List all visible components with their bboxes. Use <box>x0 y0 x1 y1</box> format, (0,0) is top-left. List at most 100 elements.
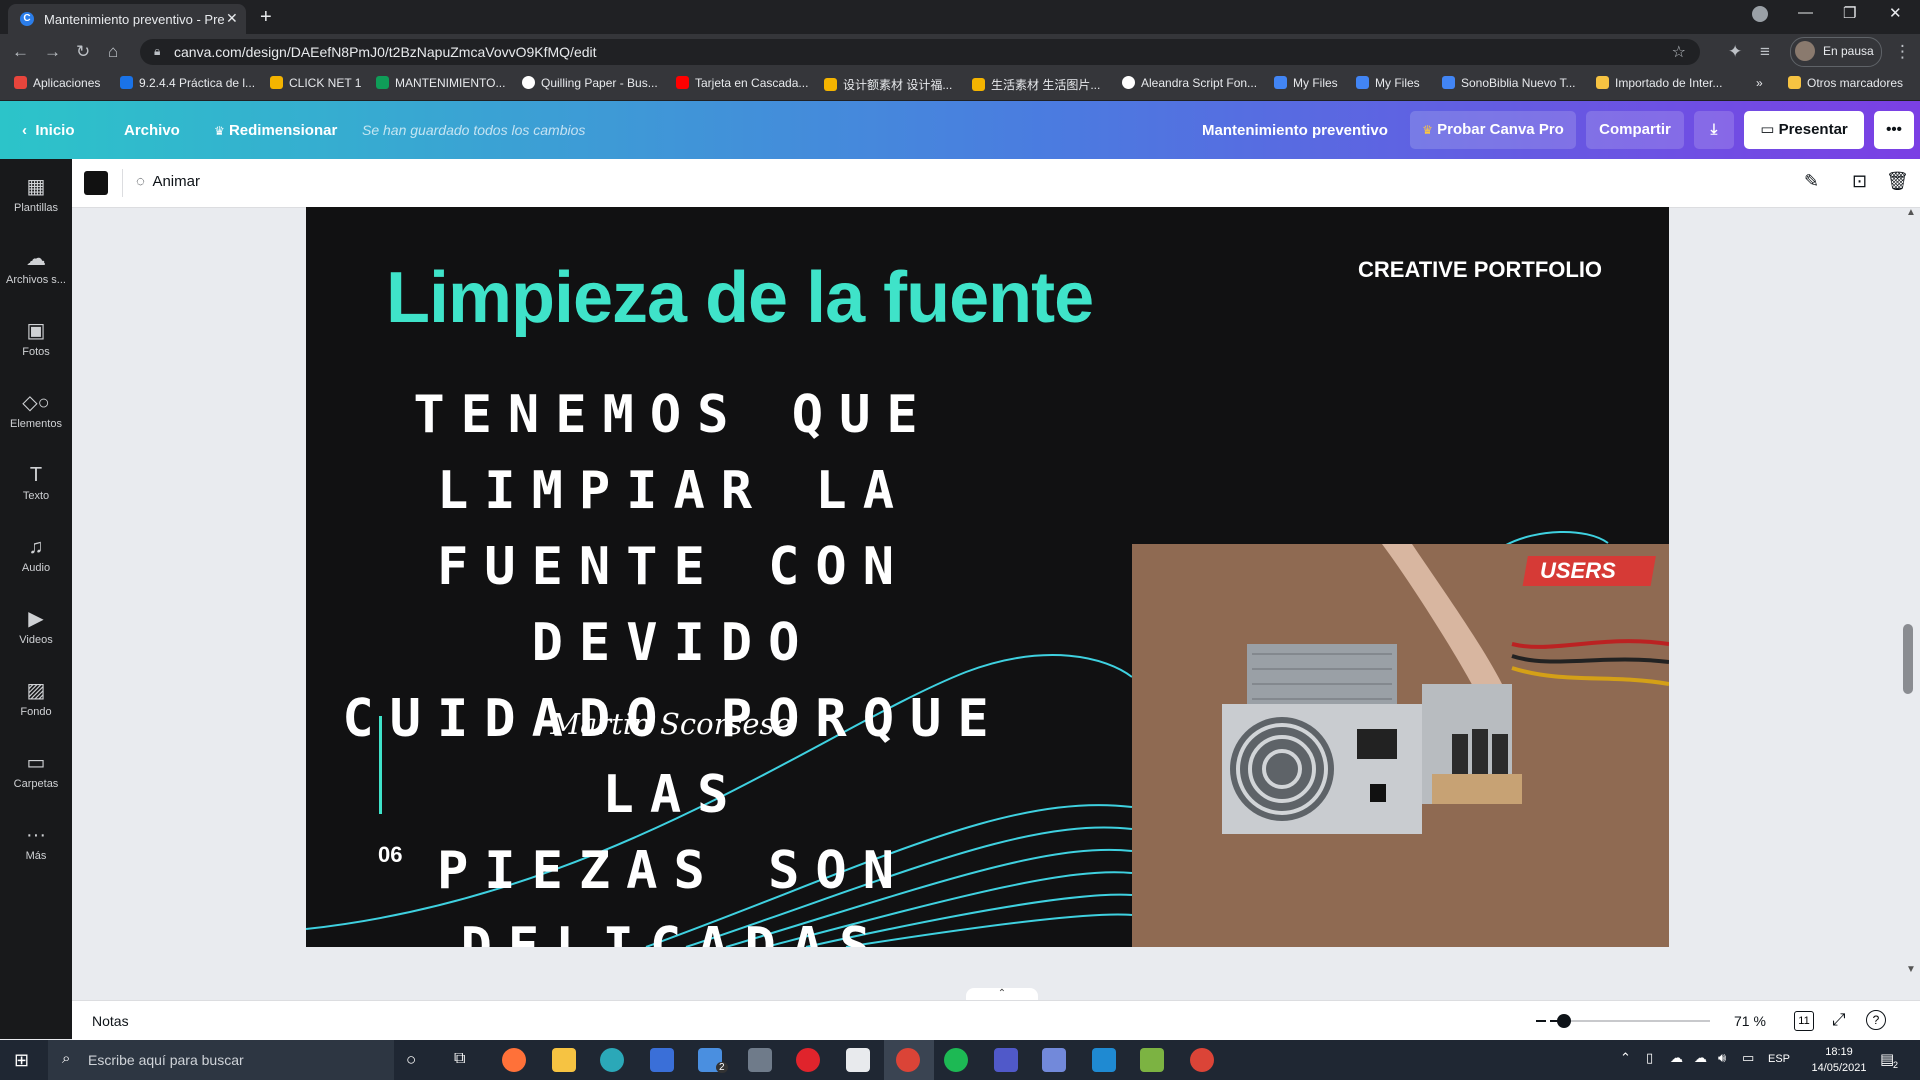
chrome-active-icon[interactable] <box>896 1048 920 1072</box>
close-tab-icon[interactable]: ✕ <box>226 10 238 27</box>
tray-cloud-icon[interactable]: ☁ <box>1670 1050 1683 1066</box>
color-swatch[interactable] <box>84 171 108 195</box>
tray-device-icon[interactable]: ▯ <box>1646 1050 1653 1066</box>
sidebar-item-templates[interactable]: ▦ Plantillas <box>0 175 72 214</box>
address-bar[interactable]: 🔒︎ canva.com/design/DAEefN8PmJ0/t2BzNapu… <box>140 39 1700 65</box>
sidebar-item-folders[interactable]: ▭ Carpetas <box>0 751 72 790</box>
bookmark-item[interactable]: Aleandra Script Fon... <box>1122 76 1257 90</box>
bookmark-item[interactable]: 生活素材 生活图片... <box>972 76 1100 93</box>
cortana-icon[interactable]: ○ <box>406 1050 416 1070</box>
notes-button[interactable]: Notas <box>92 1013 129 1029</box>
bookmark-item[interactable]: CLICK NET 1 <box>270 76 361 90</box>
restore-icon[interactable]: ❐ <box>1843 4 1856 22</box>
bookmark-folder[interactable]: Importado de Inter... <box>1596 76 1722 90</box>
minimize-icon[interactable]: — <box>1798 4 1813 21</box>
reading-list-icon[interactable]: ≡ <box>1760 42 1770 62</box>
bookmark-item[interactable]: 9.2.4.4 Práctica de l... <box>120 76 255 90</box>
bookmark-apps[interactable]: Aplicaciones <box>14 76 100 90</box>
opera-icon[interactable] <box>796 1048 820 1072</box>
bookmark-star-icon[interactable]: ☆ <box>1672 42 1686 62</box>
tab-search-icon[interactable] <box>1752 6 1768 22</box>
store-icon[interactable] <box>650 1048 674 1072</box>
language-indicator[interactable]: ESP <box>1768 1053 1790 1065</box>
reload-icon[interactable]: ↻ <box>76 42 90 62</box>
animate-button[interactable]: ◌ Animar <box>136 173 200 190</box>
bookmark-item[interactable]: MANTENIMIENTO... <box>376 76 505 90</box>
calculator-icon[interactable] <box>748 1048 772 1072</box>
sidebar-item-uploads[interactable]: ☁ Archivos s... <box>0 247 72 286</box>
edge-icon[interactable] <box>600 1048 624 1072</box>
download-icon[interactable]: ⤓ <box>1694 111 1734 149</box>
clock[interactable]: 18:19 14/05/2021 <box>1806 1044 1872 1076</box>
zoom-slider-knob[interactable] <box>1557 1014 1572 1028</box>
notepad-icon[interactable] <box>846 1048 870 1072</box>
copy-style-icon[interactable]: ✎ <box>1804 171 1819 192</box>
bookmark-item[interactable]: My Files <box>1356 76 1420 90</box>
page-number[interactable]: 06 <box>378 842 402 868</box>
chrome-icon[interactable] <box>1190 1048 1214 1072</box>
slide-canvas[interactable]: Limpieza de la fuente CREATIVE PORTFOLIO… <box>306 207 1669 947</box>
sidebar-item-elements[interactable]: ◇○ Elementos <box>0 391 72 430</box>
slide-body-text[interactable]: tenemos que limpiar la fuente con devido… <box>316 377 1031 947</box>
forward-icon[interactable]: → <box>44 42 61 62</box>
lock-icon[interactable]: ⊡ <box>1852 171 1867 192</box>
trash-icon[interactable]: 🗑︎ <box>1886 171 1909 192</box>
sidebar-item-photos[interactable]: ▣ Fotos <box>0 319 72 358</box>
home-button[interactable]: ‹ Inicio <box>22 122 75 139</box>
firefox-icon[interactable] <box>502 1048 526 1072</box>
back-icon[interactable]: ← <box>12 42 29 62</box>
help-icon[interactable]: ? <box>1866 1010 1886 1030</box>
author-name[interactable]: Martin Scorsese <box>506 707 836 741</box>
sidebar-item-more[interactable]: ··· Más <box>0 823 72 862</box>
design-title[interactable]: Mantenimiento preventivo <box>1202 122 1388 139</box>
more-bookmarks-icon[interactable]: » <box>1756 76 1763 90</box>
present-button[interactable]: ▭ Presentar <box>1744 111 1864 149</box>
network-icon[interactable]: ▭ <box>1742 1050 1754 1066</box>
new-tab-icon[interactable]: + <box>260 6 272 29</box>
spotify-icon[interactable] <box>944 1048 968 1072</box>
scroll-up-icon[interactable]: ▲ <box>1906 207 1916 218</box>
bookmark-item[interactable]: Tarjeta en Cascada... <box>676 76 808 90</box>
resize-button[interactable]: ♛ Redimensionar <box>214 122 337 139</box>
browser-tab[interactable]: C Mantenimiento preventivo - Pre ✕ <box>8 4 246 34</box>
more-options-icon[interactable]: ••• <box>1874 111 1914 149</box>
windows-start-icon[interactable]: ⊞ <box>14 1050 29 1071</box>
power-supply-photo[interactable]: USERS <box>1132 544 1669 947</box>
close-window-icon[interactable]: ✕ <box>1889 4 1902 22</box>
scroll-down-icon[interactable]: ▼ <box>1906 964 1916 975</box>
tray-onedrive-icon[interactable]: ☁ <box>1694 1050 1707 1066</box>
sidebar-item-videos[interactable]: ▶ Videos <box>0 607 72 646</box>
try-canva-pro-button[interactable]: ♛ Probar Canva Pro <box>1410 111 1576 149</box>
page-count-button[interactable]: 11 <box>1794 1011 1814 1031</box>
task-view-icon[interactable]: ⧉ <box>454 1050 465 1068</box>
other-bookmarks-folder[interactable]: Otros marcadores <box>1788 76 1903 90</box>
volume-icon[interactable]: 🔊︎ <box>1718 1050 1726 1066</box>
profile-button[interactable]: En pausa <box>1790 37 1882 67</box>
slide-title[interactable]: Limpieza de la fuente <box>386 257 1094 339</box>
file-explorer-icon[interactable] <box>552 1048 576 1072</box>
sidebar-item-background[interactable]: ▨ Fondo <box>0 679 72 718</box>
zoom-level[interactable]: 71 % <box>1734 1013 1766 1029</box>
discord-icon[interactable] <box>1042 1048 1066 1072</box>
teams-icon[interactable] <box>994 1048 1018 1072</box>
bookmark-item[interactable]: 设计额素材 设计福... <box>824 76 952 93</box>
bookmark-item[interactable]: My Files <box>1274 76 1338 90</box>
portfolio-label[interactable]: CREATIVE PORTFOLIO <box>1358 257 1602 283</box>
home-icon[interactable]: ⌂ <box>108 42 118 62</box>
bookmark-item[interactable]: SonoBiblia Nuevo T... <box>1442 76 1576 90</box>
android-studio-icon[interactable] <box>1140 1048 1164 1072</box>
browser-menu-icon[interactable]: ⋮ <box>1894 42 1911 62</box>
taskbar-search-box[interactable]: ⌕ Escribe aquí para buscar <box>48 1040 394 1080</box>
sidebar-item-audio[interactable]: ♫ Audio <box>0 535 72 574</box>
fullscreen-icon[interactable]: ⤢ <box>1832 1010 1846 1030</box>
zoom-out-icon[interactable] <box>1536 1020 1546 1022</box>
share-button[interactable]: Compartir <box>1586 111 1684 149</box>
vertical-scrollbar-thumb[interactable] <box>1903 624 1913 694</box>
show-hidden-icons[interactable]: ⌃ <box>1620 1050 1631 1066</box>
file-menu-button[interactable]: Archivo <box>124 122 180 139</box>
sidebar-item-text[interactable]: T Texto <box>0 463 72 502</box>
extensions-icon[interactable]: ✦ <box>1728 42 1742 62</box>
zoom-slider[interactable] <box>1550 1014 1710 1028</box>
vscode-icon[interactable] <box>1092 1048 1116 1072</box>
bookmark-item[interactable]: Quilling Paper - Bus... <box>522 76 658 90</box>
